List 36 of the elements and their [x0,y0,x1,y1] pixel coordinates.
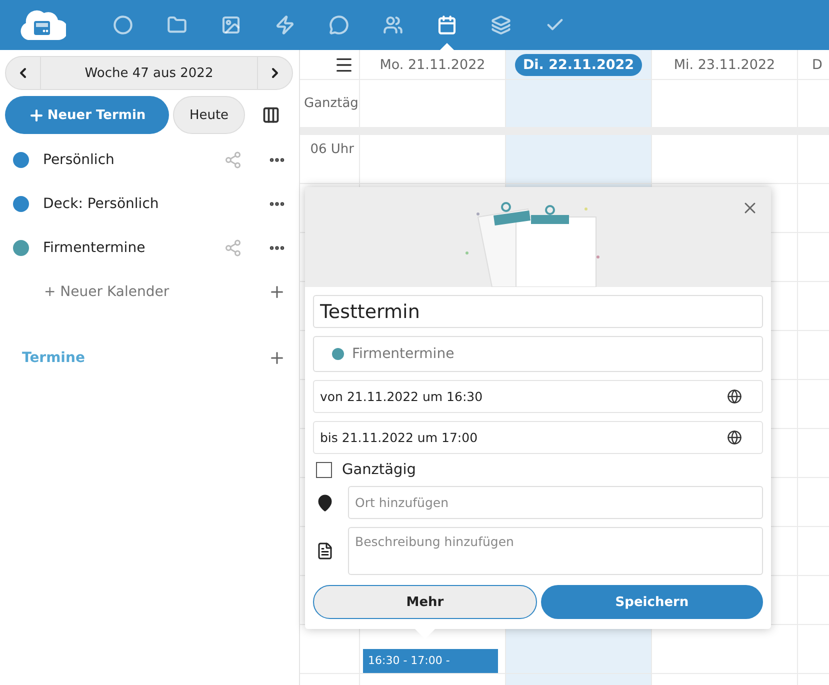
calendar-color-dot[interactable] [13,240,29,256]
calendar-event[interactable]: 16:30 - 17:00 - [363,649,498,673]
location-pin-icon [316,494,334,512]
calendar-name[interactable]: Firmentermine [43,240,211,256]
day-header[interactable]: Mo. 21.11.2022 [372,54,494,76]
add-icon[interactable] [268,349,286,367]
day-header[interactable]: Mi. 23.11.2022 [666,54,784,76]
hour-label: 06 Uhr [310,142,354,157]
calendar-picker[interactable]: Firmentermine [313,336,763,372]
day-header[interactable]: Di. 22.11.2022 [514,54,642,76]
calendar-name[interactable]: Persönlich [43,152,211,168]
calendar-name[interactable]: Deck: Persönlich [43,196,211,212]
save-button[interactable]: Speichern [541,585,763,619]
all-day-checkbox[interactable] [316,462,332,478]
new-event-button[interactable]: Neuer Termin [5,96,169,134]
calendar-color-dot[interactable] [13,196,29,212]
week-label-button[interactable]: Woche 47 aus 2022 [40,57,258,89]
more-button[interactable]: Mehr [313,585,537,619]
description-icon [316,542,334,560]
cloud-server-logo-icon[interactable] [18,8,66,42]
today-button[interactable]: Heute [173,96,245,134]
add-icon[interactable] [268,283,286,301]
all-day-label: Ganztäg [304,96,358,111]
title-field[interactable]: Testtermin [313,295,763,328]
globe-icon[interactable] [727,389,742,404]
new-calendar-link[interactable]: + Neuer Kalender [13,284,255,300]
section-heading: Termine [21,350,86,366]
calendar-color-dot[interactable] [13,152,29,168]
all-day-label[interactable]: Ganztägig [342,462,416,478]
globe-icon[interactable] [727,430,742,445]
plus-icon [28,106,46,124]
location-field[interactable]: Ort hinzufügen [348,486,763,519]
day-header[interactable]: D [804,54,829,76]
start-date-field[interactable]: von 21.11.2022 um 16:30 [313,380,763,413]
end-date-field[interactable]: bis 21.11.2022 um 17:00 [313,421,763,454]
description-field[interactable]: Beschreibung hinzufügen [348,527,763,575]
